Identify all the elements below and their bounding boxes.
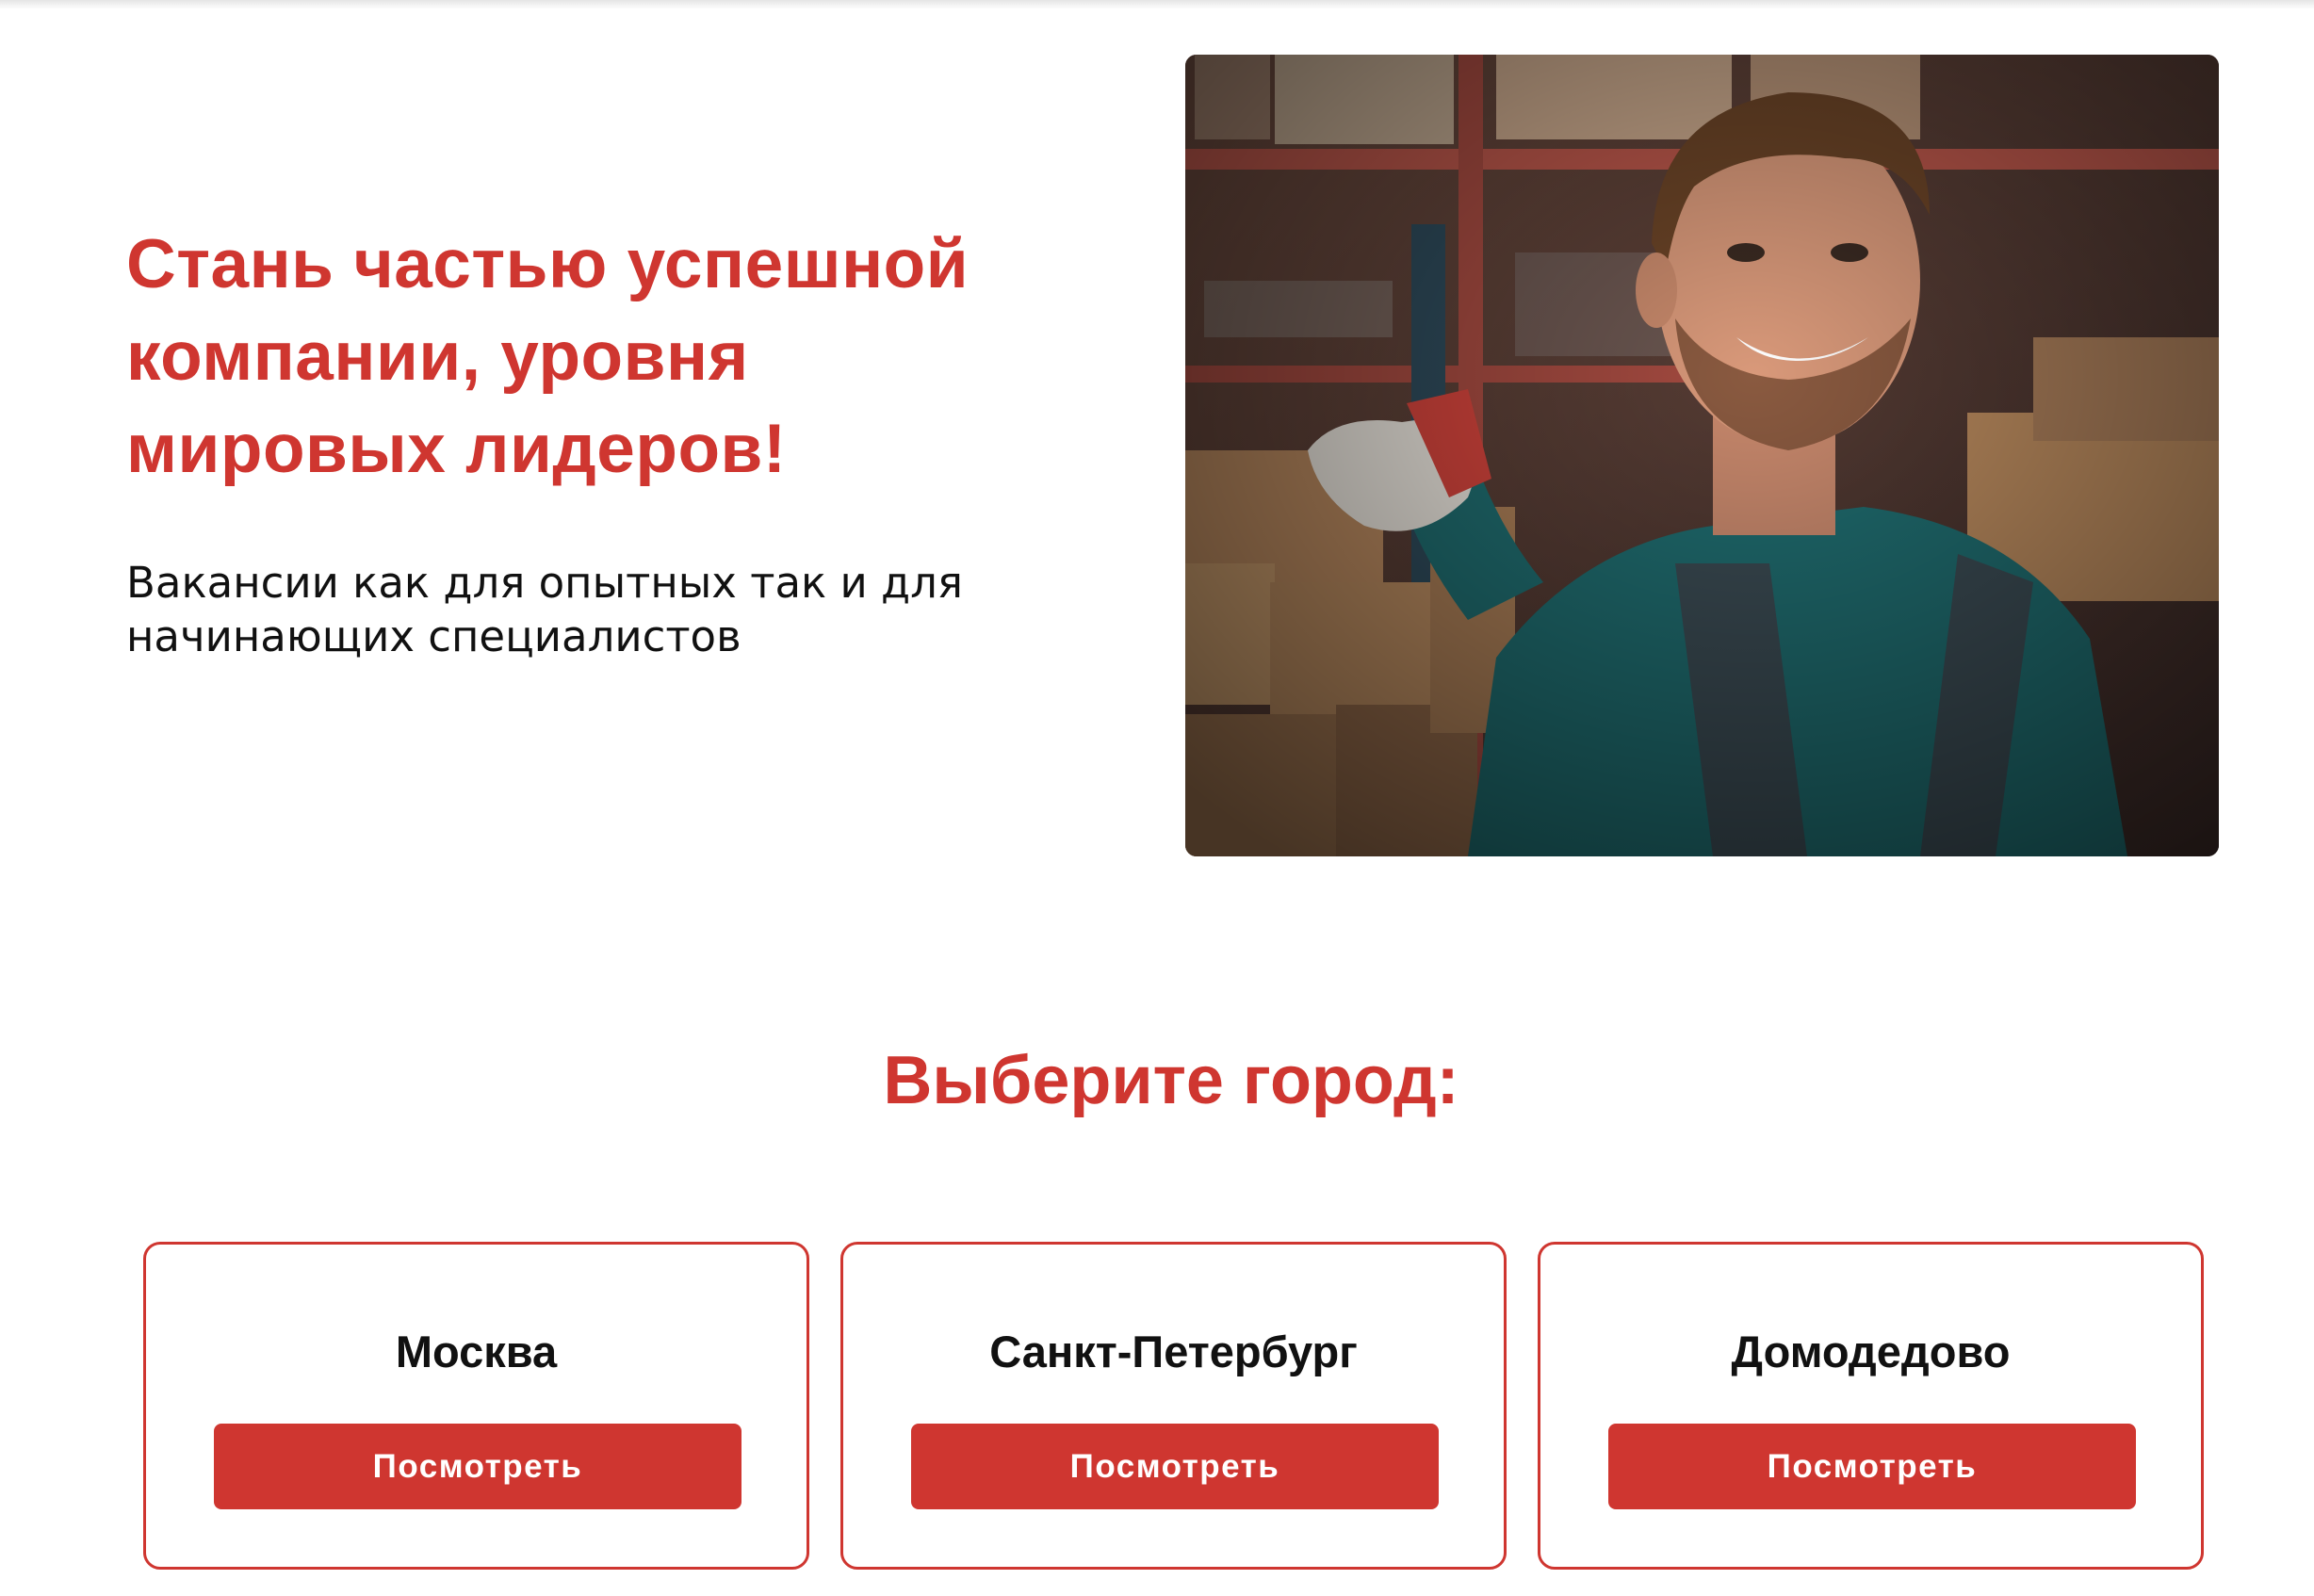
city-name: Санкт-Петербург [989,1327,1358,1376]
hero-photo [1185,55,2219,856]
hero-subtitle: Вакансии как для опытных так и для начин… [126,558,964,661]
city-card-domodedovo: Домодедово Посмотреть [1538,1242,2204,1570]
view-saint-petersburg-button[interactable]: Посмотреть [911,1424,1439,1509]
hero-title: Стань частью успешной компании, уровня м… [126,226,970,487]
view-domodedovo-button[interactable]: Посмотреть [1608,1424,2136,1509]
choose-city-title: Выберите город: [883,1043,1459,1118]
warehouse-worker-photo [1185,55,2219,856]
city-card-saint-petersburg: Санкт-Петербург Посмотреть [840,1242,1507,1570]
header-shadow [0,0,2314,9]
view-moscow-button[interactable]: Посмотреть [214,1424,741,1509]
city-name: Домодедово [1731,1327,2011,1376]
city-card-moscow: Москва Посмотреть [143,1242,809,1570]
city-name: Москва [395,1327,558,1376]
